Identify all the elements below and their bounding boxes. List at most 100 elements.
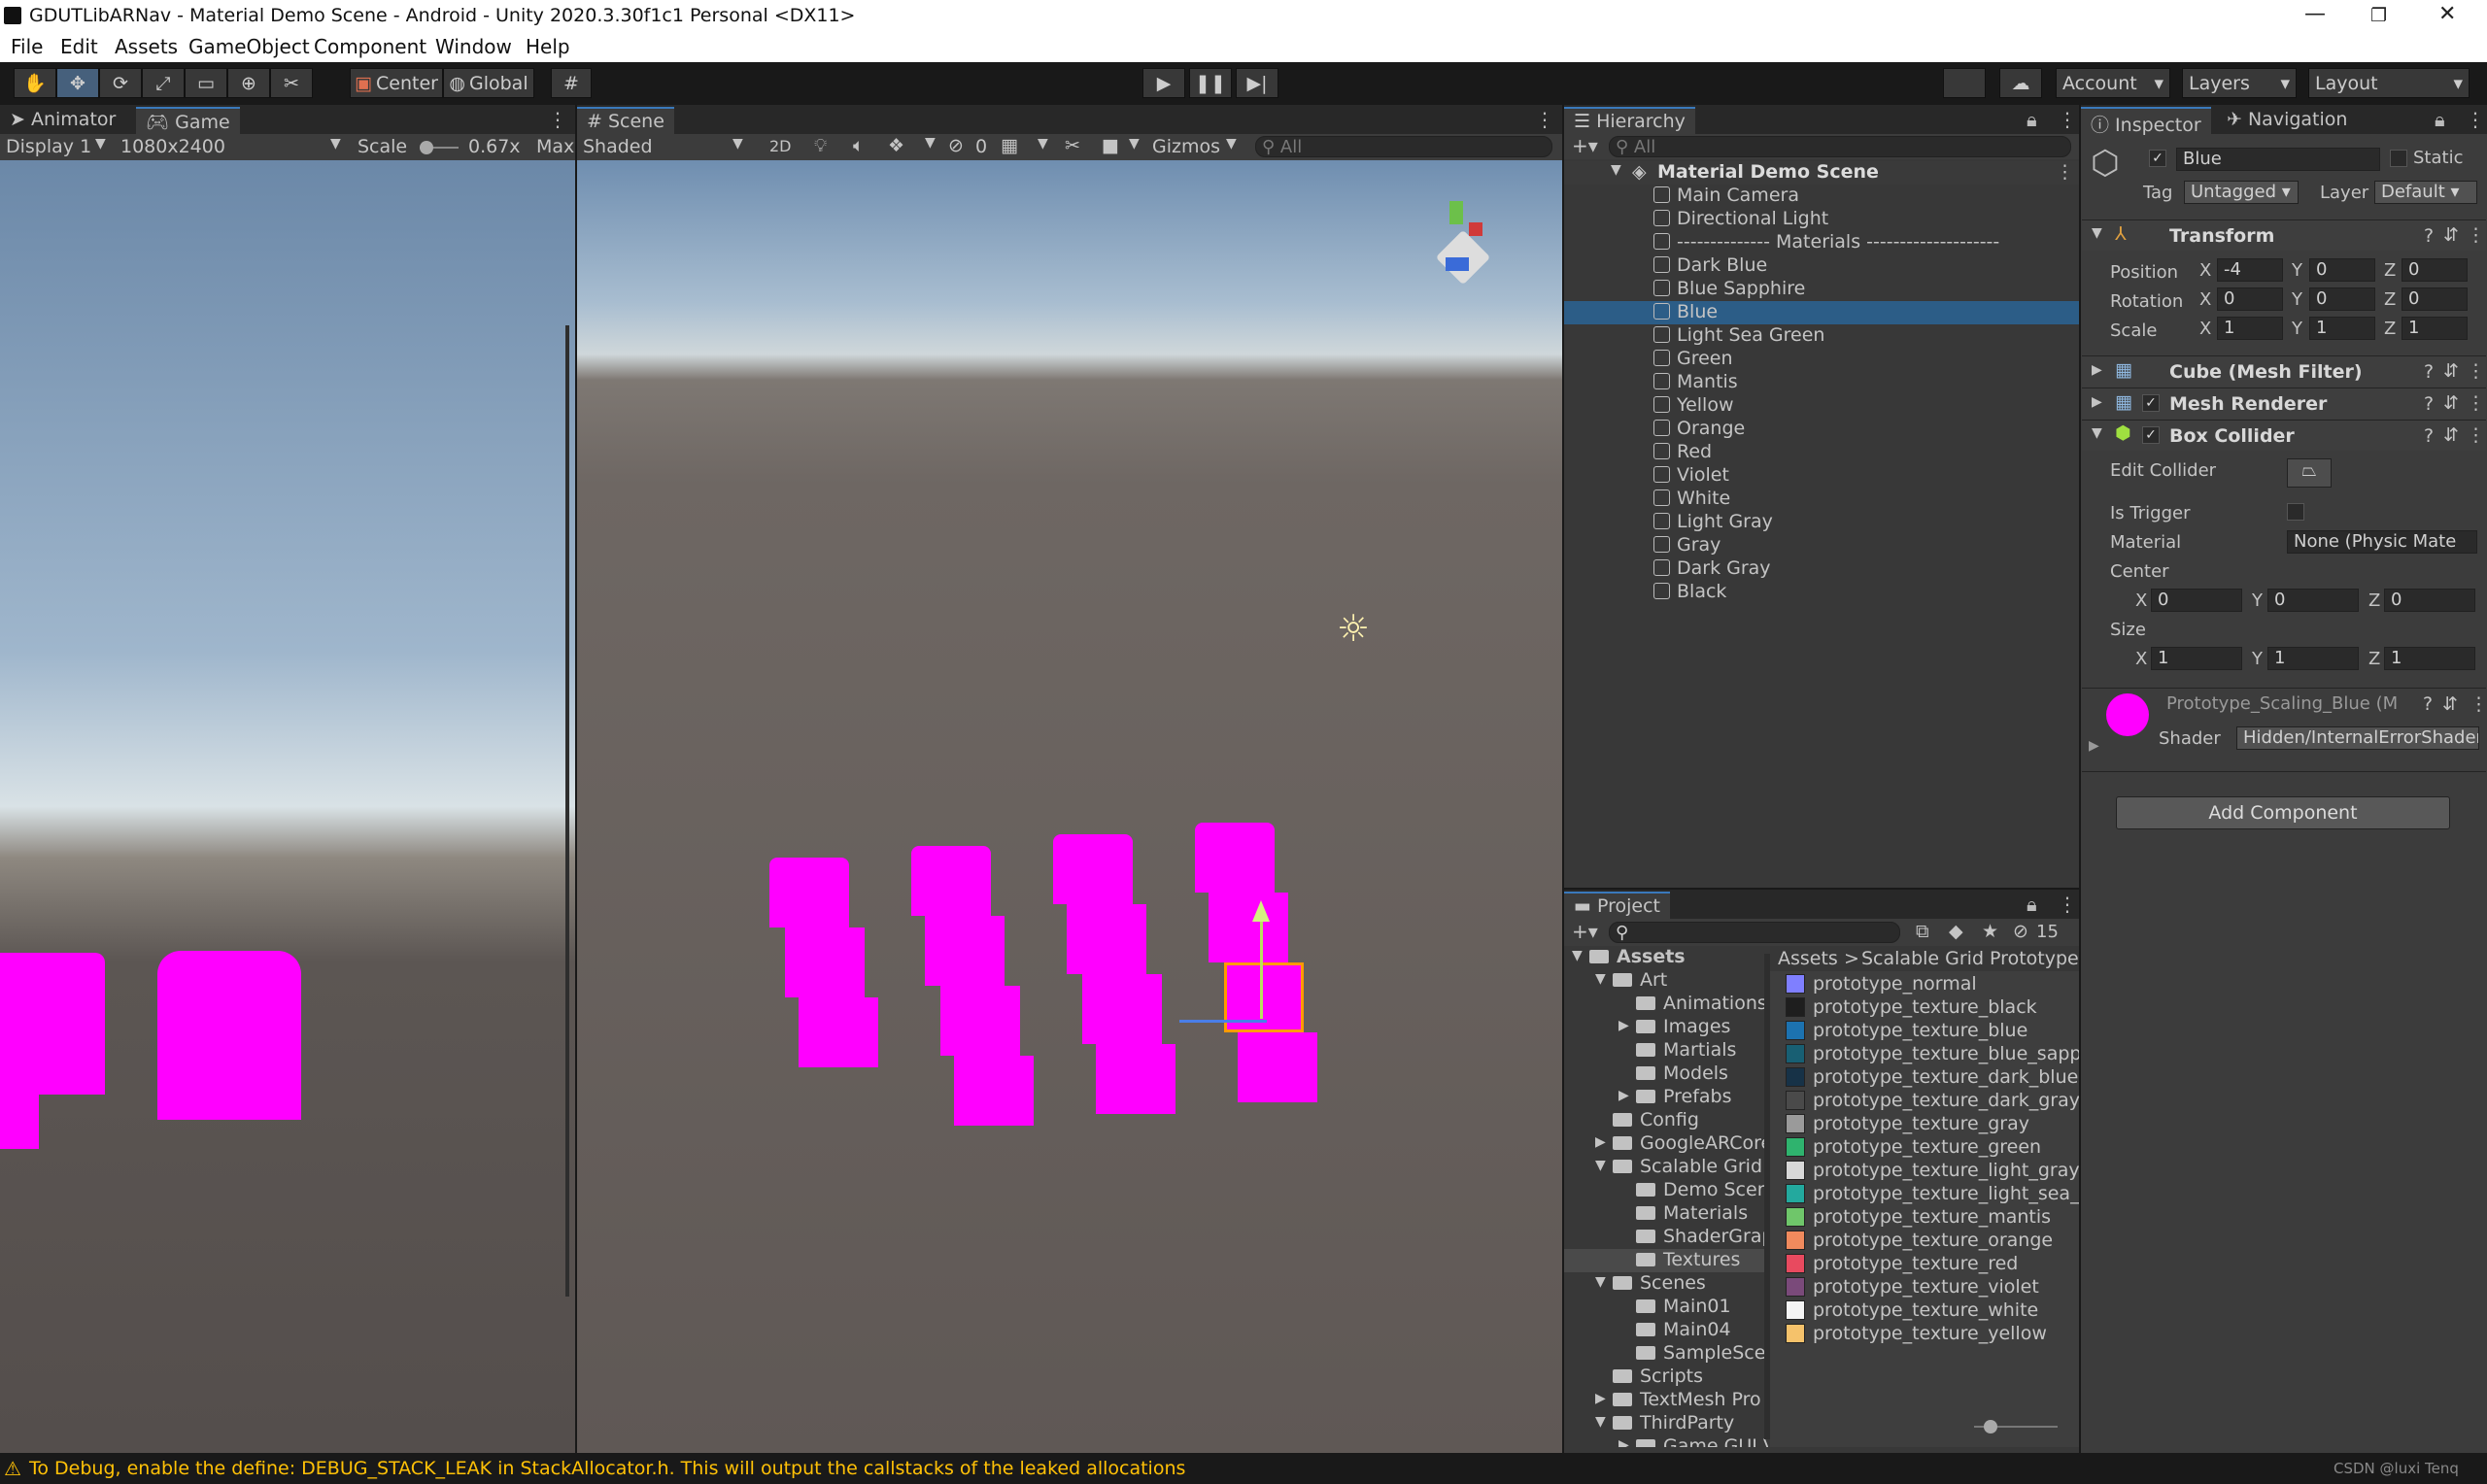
tab-inspector[interactable]: ⓘ Inspector: [2081, 107, 2211, 136]
mesh-filter-header[interactable]: ▶ ▦ Cube (Mesh Filter) ? ⇵ ⋮: [2082, 355, 2486, 387]
hierarchy-item[interactable]: Blue Sapphire: [1564, 278, 2079, 301]
icon-size-slider-handle[interactable]: [1984, 1420, 1997, 1433]
rect-tool-icon[interactable]: ▭: [185, 68, 227, 98]
preset-icon[interactable]: ⇵: [2442, 693, 2458, 715]
pause-icon[interactable]: ❚❚: [1189, 68, 1232, 98]
space-global-button[interactable]: ◍ Global: [443, 68, 534, 98]
camera-icon[interactable]: ■: [1102, 135, 1119, 156]
is-trigger-checkbox[interactable]: [2287, 503, 2304, 521]
cube-render[interactable]: [769, 858, 849, 928]
move-gizmo-y-arrow[interactable]: [1252, 900, 1270, 922]
layout-dropdown[interactable]: Layout ▾: [2308, 68, 2470, 98]
static-checkbox[interactable]: [2390, 150, 2407, 167]
hierarchy-item[interactable]: Dark Gray: [1564, 557, 2079, 581]
tab-hierarchy[interactable]: ☰ Hierarchy: [1564, 107, 1695, 134]
project-folder-item[interactable]: Demo Scene: [1564, 1179, 1768, 1202]
hierarchy-item[interactable]: Yellow: [1564, 394, 2079, 418]
project-folder-item[interactable]: ▶ GoogleARCore: [1564, 1132, 1768, 1156]
project-folder-item[interactable]: ▶ Game GUI V: [1564, 1435, 1768, 1447]
size-z-field[interactable]: 1: [2384, 647, 2475, 670]
hand-tool-icon[interactable]: ✋: [14, 68, 56, 98]
cube-render[interactable]: [1209, 893, 1288, 962]
menu-file[interactable]: File: [11, 35, 43, 58]
asset-item[interactable]: prototype_texture_dark_gray: [1770, 1090, 2079, 1113]
hierarchy-item[interactable]: -------------- Materials ---------------…: [1564, 231, 2079, 254]
game-viewport[interactable]: [0, 160, 575, 1453]
hidden-packages-icon[interactable]: ⊘: [2013, 921, 2028, 942]
display-dropdown[interactable]: Display 1: [6, 136, 91, 157]
effects-icon[interactable]: ❖: [888, 135, 904, 156]
center-z-field[interactable]: 0: [2384, 589, 2475, 612]
cube-render[interactable]: [1053, 834, 1133, 904]
physic-material-field[interactable]: None (Physic Mate: [2287, 530, 2477, 554]
scene-search-input[interactable]: ⚲ All: [1255, 136, 1552, 157]
chevron-right-icon[interactable]: ▶: [2089, 738, 2099, 754]
cube-render[interactable]: [1195, 823, 1275, 893]
project-folder-item[interactable]: Config: [1564, 1109, 1768, 1132]
cube-render[interactable]: [1238, 1032, 1317, 1102]
cube-render[interactable]: [799, 997, 878, 1067]
hierarchy-item[interactable]: Blue: [1564, 301, 2079, 324]
project-folder-item[interactable]: Models: [1564, 1062, 1768, 1086]
breadcrumb-current[interactable]: Scalable Grid Prototype M: [1861, 948, 2079, 969]
favorite-star-icon[interactable]: ★: [1982, 921, 1998, 942]
shader-dropdown[interactable]: Hidden/InternalErrorShader: [2236, 726, 2479, 750]
close-icon[interactable]: ✕: [2438, 2, 2456, 26]
scale-slider-handle[interactable]: [420, 141, 433, 154]
position-x-field[interactable]: -4: [2217, 258, 2283, 282]
scale-y-field[interactable]: 1: [2309, 317, 2375, 340]
project-folder-item[interactable]: ShaderGraph: [1564, 1226, 1768, 1249]
kebab-menu-icon[interactable]: ⋮: [2467, 360, 2485, 382]
center-x-field[interactable]: 0: [2151, 589, 2242, 612]
tree-arrow-icon[interactable]: ▼: [1595, 1158, 1606, 1173]
asset-item[interactable]: prototype_texture_white: [1770, 1299, 2079, 1323]
preset-icon[interactable]: ⇵: [2443, 424, 2459, 446]
cube-render[interactable]: [785, 928, 865, 997]
asset-item[interactable]: prototype_texture_red: [1770, 1253, 2079, 1276]
filter-type-icon[interactable]: ⧉: [1916, 921, 1929, 942]
project-folder-item[interactable]: Animations: [1564, 993, 1768, 1016]
lock-icon[interactable]: 🔒︎: [2027, 108, 2037, 131]
hierarchy-item[interactable]: Mantis: [1564, 371, 2079, 394]
asset-item[interactable]: prototype_texture_violet: [1770, 1276, 2079, 1299]
project-folder-item[interactable]: ▼ ThirdParty: [1564, 1412, 1768, 1435]
transform-header[interactable]: ▼ ⅄ Transform ? ⇵ ⋮: [2082, 219, 2486, 251]
hierarchy-item[interactable]: Violet: [1564, 464, 2079, 488]
tree-arrow-icon[interactable]: ▼: [1595, 1274, 1606, 1290]
help-icon[interactable]: ?: [2424, 425, 2434, 447]
project-folder-item[interactable]: Main01: [1564, 1296, 1768, 1319]
asset-item[interactable]: prototype_texture_light_sea_green: [1770, 1183, 2079, 1206]
project-search-input[interactable]: ⚲: [1609, 922, 1900, 943]
asset-item[interactable]: prototype_texture_blue: [1770, 1020, 2079, 1043]
asset-item[interactable]: prototype_texture_yellow: [1770, 1323, 2079, 1346]
menu-component[interactable]: Component: [314, 35, 426, 58]
mesh-renderer-enabled-checkbox[interactable]: ✓: [2142, 394, 2160, 412]
project-folder-item[interactable]: ▼ Art: [1564, 969, 1768, 993]
edit-collider-button[interactable]: ⏢: [2287, 458, 2332, 488]
move-tool-icon[interactable]: ✥: [56, 68, 99, 98]
cube-render[interactable]: [925, 916, 1005, 986]
position-z-field[interactable]: 0: [2402, 258, 2468, 282]
hierarchy-item[interactable]: Directional Light: [1564, 208, 2079, 231]
project-folder-item[interactable]: Textures: [1564, 1249, 1768, 1272]
collab-icon[interactable]: [1943, 68, 1986, 98]
maximize-icon[interactable]: ❐: [2370, 5, 2387, 26]
shading-mode-dropdown[interactable]: Shaded: [583, 136, 653, 157]
preset-icon[interactable]: ⇵: [2443, 360, 2459, 382]
pivot-center-button[interactable]: ▣ Center: [350, 68, 443, 98]
preset-icon[interactable]: ⇵: [2443, 392, 2459, 414]
lock-icon[interactable]: 🔒︎: [2027, 893, 2037, 916]
game-scrollbar[interactable]: [565, 325, 569, 1297]
scale-tool-icon[interactable]: ⤢: [142, 68, 185, 98]
object-name-field[interactable]: Blue: [2176, 148, 2380, 171]
grid-toggle-icon[interactable]: ▦: [1001, 135, 1018, 156]
custom-tool-icon[interactable]: ✂: [270, 68, 313, 98]
rotation-x-field[interactable]: 0: [2217, 287, 2283, 311]
kebab-menu-icon[interactable]: ⋮: [2058, 108, 2077, 131]
asset-item[interactable]: prototype_texture_light_gray: [1770, 1160, 2079, 1183]
kebab-menu-icon[interactable]: ⋮: [2466, 108, 2485, 131]
tab-project[interactable]: ▬ Project: [1564, 892, 1671, 919]
asset-item[interactable]: prototype_texture_dark_blue: [1770, 1066, 2079, 1090]
tools-icon[interactable]: ✂: [1065, 135, 1080, 156]
hierarchy-item[interactable]: Dark Blue: [1564, 254, 2079, 278]
